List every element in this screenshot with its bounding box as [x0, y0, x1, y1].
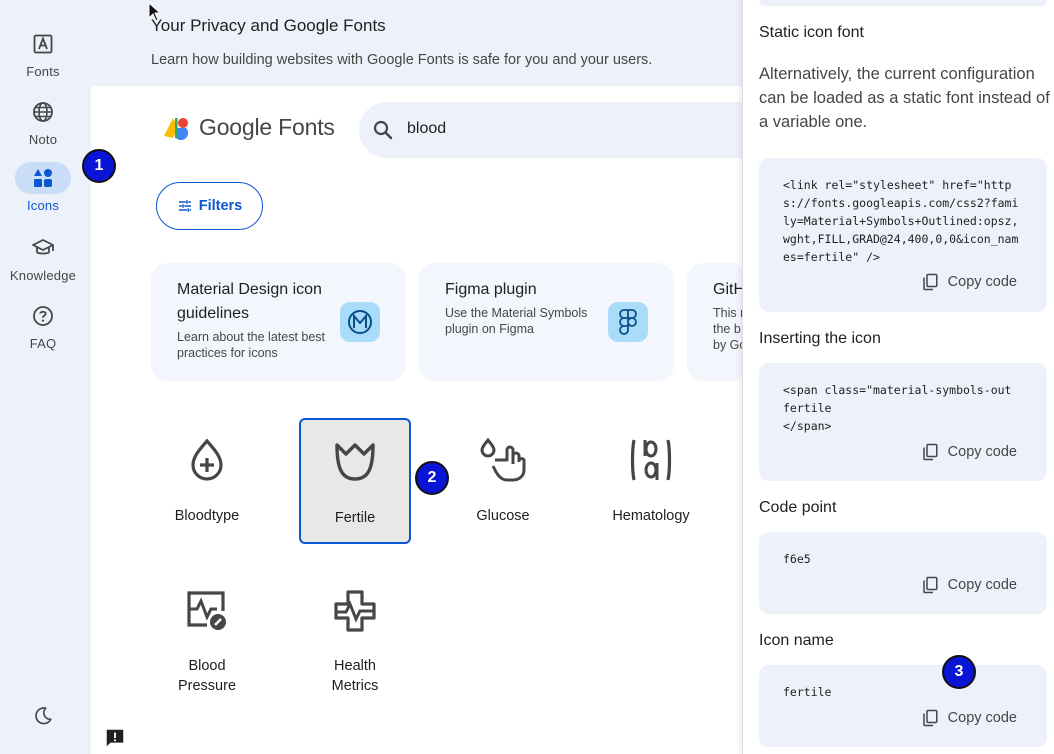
rail-label: FAQ — [29, 336, 57, 351]
copy-code-button[interactable]: Copy code — [921, 443, 1017, 461]
tile-label: Health Metrics — [331, 658, 379, 694]
bloodtype-icon — [183, 436, 231, 484]
code-point-box: f6e5 Copy code — [759, 532, 1047, 614]
rail-item-knowledge[interactable]: Knowledge — [0, 232, 86, 283]
filters-label: Filters — [198, 198, 243, 214]
copy-icon — [922, 576, 938, 594]
logo-icon — [164, 117, 189, 140]
search-icon — [371, 118, 395, 142]
rail-item-fonts[interactable]: Fonts — [0, 28, 86, 79]
copy-code-button[interactable]: Copy code — [921, 576, 1017, 594]
code-point-heading: Code point — [759, 499, 837, 516]
copy-code-label: Copy code — [947, 710, 1017, 726]
static-font-description: Alternatively, the current configuration… — [759, 65, 1050, 131]
banner-title: Your Privacy and Google Fonts — [151, 16, 386, 35]
shapes-icon — [15, 162, 71, 194]
step-marker-1: 1 — [82, 149, 116, 183]
hematology-icon — [627, 436, 675, 484]
navigation-rail: Fonts Noto Icons Knowledge FAQ — [0, 0, 91, 754]
tile-label: Bloodtype — [174, 508, 240, 524]
rail-label: Fonts — [26, 64, 60, 79]
card-title: Material Design icon guidelines — [177, 281, 322, 322]
rail-item-faq[interactable]: FAQ — [0, 300, 86, 351]
copy-code-label: Copy code — [947, 274, 1017, 290]
card-figma-plugin[interactable]: Figma plugin Use the Material Symbols pl… — [419, 263, 674, 381]
code-point-value[interactable]: f6e5 — [783, 550, 1023, 568]
copy-icon — [922, 273, 938, 291]
material-logo-icon — [340, 302, 380, 342]
rail-label: Knowledge — [9, 268, 77, 283]
school-icon — [15, 232, 71, 264]
icon-tile-bloodtype[interactable]: Bloodtype — [151, 418, 263, 544]
insert-code[interactable]: <span class="material-symbols-out fertil… — [783, 381, 1023, 435]
icon-tile-glucose[interactable]: Glucose — [447, 418, 559, 544]
card-material-guidelines[interactable]: Material Design icon guidelines Learn ab… — [151, 263, 406, 381]
mouse-cursor-icon — [148, 1, 162, 27]
filters-button[interactable]: Filters — [156, 182, 263, 230]
card-desc: Use the Material Symbols plugin on Figma — [445, 306, 588, 336]
help-icon — [15, 300, 71, 332]
icon-tile-blood-pressure[interactable]: Blood Pressure — [151, 570, 263, 696]
tune-icon — [178, 200, 191, 212]
rail-label: Noto — [28, 132, 58, 147]
rail-label: Icons — [26, 198, 60, 213]
icon-name-heading: Icon name — [759, 632, 834, 649]
static-code-box: <link rel="stylesheet" href="https://fon… — [759, 158, 1047, 312]
static-font-heading: Static icon font — [759, 24, 864, 41]
figma-icon — [608, 302, 648, 342]
card-github[interactable]: GitH This r the b by Go — [687, 263, 747, 381]
banner-subtitle: Learn how building websites with Google … — [151, 52, 653, 68]
logo-text: Google Fonts — [199, 114, 335, 140]
fertile-icon — [331, 438, 379, 486]
copy-code-button[interactable]: Copy code — [921, 273, 1017, 291]
icon-tile-hematology[interactable]: Hematology — [595, 418, 707, 544]
icon-detail-panel: Static icon font Alternatively, the curr… — [742, 0, 1054, 754]
blood-pressure-icon — [183, 588, 231, 634]
copy-icon — [922, 443, 938, 461]
card-desc: Learn about the latest best practices fo… — [177, 330, 326, 360]
icon-tile-fertile[interactable]: Fertile — [299, 418, 411, 544]
inserting-icon-heading: Inserting the icon — [759, 330, 881, 347]
rail-item-icons[interactable]: Icons — [0, 162, 86, 213]
icon-name-value[interactable]: fertile — [783, 683, 1023, 701]
copy-code-label: Copy code — [947, 577, 1017, 593]
glucose-icon — [479, 436, 527, 484]
tile-label: Glucose — [476, 508, 530, 524]
google-fonts-logo[interactable]: Google Fonts — [164, 114, 335, 141]
tile-label: Fertile — [334, 510, 376, 526]
globe-icon — [15, 96, 71, 128]
search-input[interactable]: blood — [407, 120, 446, 138]
step-marker-3: 3 — [942, 655, 976, 689]
static-code[interactable]: <link rel="stylesheet" href="https://fon… — [783, 176, 1023, 266]
step-marker-2: 2 — [415, 461, 449, 495]
tile-label: Blood Pressure — [177, 658, 237, 694]
search-bar[interactable]: blood — [359, 102, 779, 158]
rail-item-noto[interactable]: Noto — [0, 96, 86, 147]
feedback-icon[interactable] — [103, 726, 127, 750]
icon-tile-health-metrics[interactable]: Health Metrics — [299, 570, 411, 696]
copy-code-label: Copy code — [947, 444, 1017, 460]
health-metrics-icon — [331, 588, 379, 634]
insert-code-box: <span class="material-symbols-out fertil… — [759, 363, 1047, 481]
dark-mode-icon[interactable] — [27, 700, 59, 732]
icon-name-box: fertile Copy code — [759, 665, 1047, 747]
fonts-icon — [15, 28, 71, 60]
panel-top-strip — [759, 0, 1047, 6]
copy-code-button[interactable]: Copy code — [921, 709, 1017, 727]
tile-label: Hematology — [612, 508, 690, 524]
copy-icon — [922, 709, 938, 727]
card-title: Figma plugin — [445, 281, 537, 298]
